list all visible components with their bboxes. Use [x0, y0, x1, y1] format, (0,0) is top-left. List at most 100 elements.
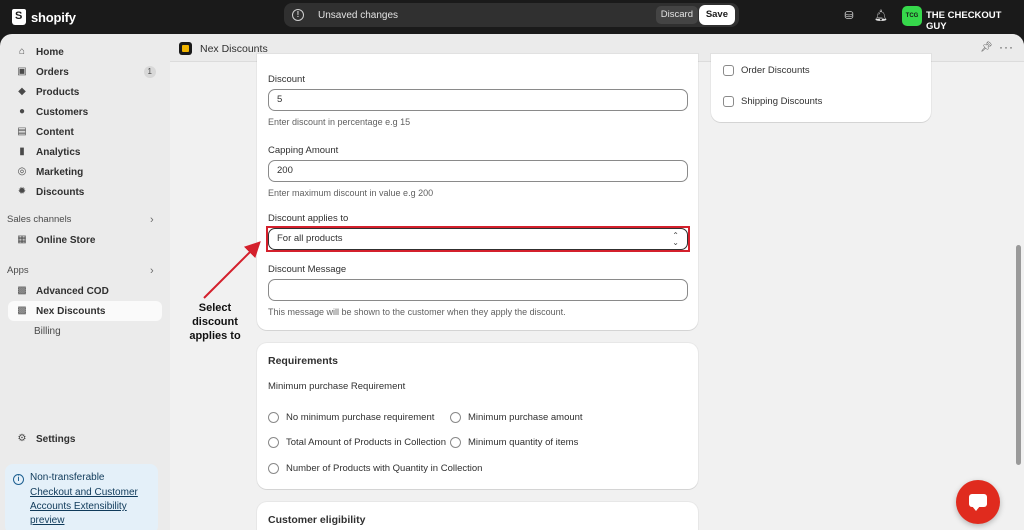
sidebar-item-marketing[interactable]: ◎ Marketing — [8, 162, 162, 182]
checkbox[interactable] — [723, 96, 734, 107]
sidebar-item-online-store[interactable]: ▦ Online Store — [8, 230, 162, 250]
discount-applies-label: Discount applies to — [268, 213, 349, 224]
sidebar-item-label: Orders — [36, 66, 69, 78]
annotation-text: Select discount applies to — [189, 302, 241, 342]
select-value: For all products — [277, 233, 343, 244]
orders-count-badge: 1 — [143, 66, 156, 78]
capping-help-text: Enter maximum discount in value e.g 200 — [268, 188, 434, 198]
radio-total-amount-collection[interactable]: Total Amount of Products in Collection — [268, 437, 446, 448]
chat-button[interactable] — [956, 480, 1000, 524]
top-bar: shopify ! Unsaved changes Discard Save ⛁… — [0, 0, 1024, 34]
radio-label: No minimum purchase requirement — [286, 412, 435, 423]
radio-button[interactable] — [268, 412, 279, 423]
discount-label: Discount — [268, 74, 305, 85]
radio-button[interactable] — [450, 437, 461, 448]
discount-message-help-text: This message will be shown to the custom… — [268, 307, 566, 317]
discount-icon: ✹ — [17, 186, 27, 197]
info-icon: ! — [292, 9, 304, 21]
sidebar-item-settings[interactable]: ⚙ Settings — [8, 429, 162, 449]
storefront-icon: ▦ — [17, 234, 27, 245]
sidebar-item-label: Products — [36, 86, 80, 98]
app-icon: ▩ — [17, 305, 27, 316]
sidebar-item-orders[interactable]: ▣ Orders 1 — [8, 62, 162, 82]
pin-icon[interactable]: 📌︎ — [980, 42, 993, 53]
checkbox-label: Order Discounts — [741, 65, 810, 76]
store-avatar[interactable]: TCG — [902, 6, 922, 26]
chat-bubble-icon — [969, 494, 987, 511]
sidebar-item-advanced-cod[interactable]: ▩ Advanced COD — [8, 281, 162, 301]
sidebar-item-nex-discounts[interactable]: ▩ Nex Discounts — [8, 301, 162, 321]
discount-message-label: Discount Message — [268, 264, 347, 275]
radio-min-quantity[interactable]: Minimum quantity of items — [450, 437, 578, 448]
tag-icon: ◆ — [18, 86, 26, 97]
radio-label: Number of Products with Quantity in Coll… — [286, 463, 483, 474]
select-chevron-icon: ⌃ ⌄ — [672, 231, 679, 247]
home-icon: ⌂ — [18, 46, 26, 57]
nex-discounts-app-icon — [179, 42, 192, 55]
chevron-right-icon[interactable]: › — [150, 265, 154, 277]
order-discounts-checkbox[interactable]: Order Discounts — [723, 65, 810, 76]
customer-eligibility-card: Customer eligibility — [257, 502, 698, 530]
unsaved-message: Unsaved changes — [318, 9, 399, 21]
radio-label: Minimum purchase amount — [468, 412, 583, 423]
radio-button[interactable] — [450, 412, 461, 423]
radio-products-quantity-collection[interactable]: Number of Products with Quantity in Coll… — [268, 463, 482, 474]
sidebar: ⌂ Home ▣ Orders 1 ◆ Products ● Customers… — [0, 34, 170, 530]
store-icon[interactable]: ⛁ — [842, 9, 856, 23]
sidebar-item-analytics[interactable]: ▮ Analytics — [8, 142, 162, 162]
sidebar-item-billing[interactable]: Billing — [8, 321, 162, 341]
checkbox[interactable] — [723, 65, 734, 76]
contextual-save-bar: ! Unsaved changes Discard Save — [284, 3, 739, 27]
discount-settings-card: Discount 5 Enter discount in percentage … — [257, 54, 698, 330]
requirements-title: Requirements — [268, 355, 339, 367]
sidebar-item-label: Nex Discounts — [36, 305, 106, 317]
radio-button[interactable] — [268, 463, 279, 474]
more-options-icon[interactable]: ··· — [999, 40, 1014, 54]
store-name[interactable]: THE CHECKOUT GUY — [926, 10, 1024, 32]
notice-link[interactable]: Checkout and Customer Accounts Extensibi… — [30, 486, 155, 528]
sidebar-item-label: Customers — [36, 106, 89, 118]
app-icon: ▩ — [17, 285, 27, 296]
customer-eligibility-title: Customer eligibility — [268, 514, 366, 526]
requirements-card: Requirements Minimum purchase Requiremen… — [257, 343, 698, 489]
sidebar-item-label: Advanced COD — [36, 285, 109, 297]
checkbox-label: Shipping Discounts — [741, 96, 823, 107]
bell-icon[interactable]: 🔔︎ — [874, 9, 888, 23]
target-icon: ◎ — [17, 166, 27, 177]
radio-min-purchase-amount[interactable]: Minimum purchase amount — [450, 412, 583, 423]
shopify-bag-icon — [12, 9, 26, 25]
discount-help-text: Enter discount in percentage e.g 15 — [268, 117, 411, 127]
extensibility-notice: i Non-transferable Checkout and Customer… — [5, 464, 158, 530]
shopify-logo[interactable]: shopify — [12, 9, 76, 25]
chevron-right-icon[interactable]: › — [150, 214, 154, 226]
discard-button[interactable]: Discard — [655, 6, 698, 24]
sidebar-item-label: Online Store — [36, 234, 96, 246]
sidebar-item-label: Home — [36, 46, 64, 58]
sidebar-item-label: Settings — [36, 433, 76, 445]
capping-amount-input[interactable]: 200 — [268, 160, 688, 182]
radio-button[interactable] — [268, 437, 279, 448]
brand-name: shopify — [31, 9, 76, 25]
sidebar-item-content[interactable]: ▤ Content — [8, 122, 162, 142]
shipping-discounts-checkbox[interactable]: Shipping Discounts — [723, 96, 822, 107]
radio-label: Minimum quantity of items — [468, 437, 579, 448]
sidebar-item-label: Discounts — [36, 186, 85, 198]
discount-message-input[interactable] — [268, 279, 688, 301]
content-icon: ▤ — [17, 126, 27, 137]
save-button[interactable]: Save — [698, 5, 735, 25]
min-purchase-subtitle: Minimum purchase Requirement — [268, 381, 406, 392]
page-scrollbar[interactable] — [1016, 245, 1021, 465]
apps-heading: Apps — [7, 265, 29, 276]
discount-applies-select[interactable]: For all products ⌃ ⌄ — [268, 228, 688, 250]
capping-amount-label: Capping Amount — [268, 145, 339, 156]
sidebar-item-label: Marketing — [36, 166, 84, 178]
person-icon: ● — [18, 106, 26, 117]
sidebar-item-customers[interactable]: ● Customers — [8, 102, 162, 122]
discount-input[interactable]: 5 — [268, 89, 688, 111]
orders-icon: ▣ — [17, 66, 27, 77]
gear-icon: ⚙ — [17, 433, 27, 444]
sidebar-item-products[interactable]: ◆ Products — [8, 82, 162, 102]
sidebar-item-discounts[interactable]: ✹ Discounts — [8, 182, 162, 202]
sidebar-item-home[interactable]: ⌂ Home — [8, 42, 162, 62]
radio-no-minimum[interactable]: No minimum purchase requirement — [268, 412, 434, 423]
